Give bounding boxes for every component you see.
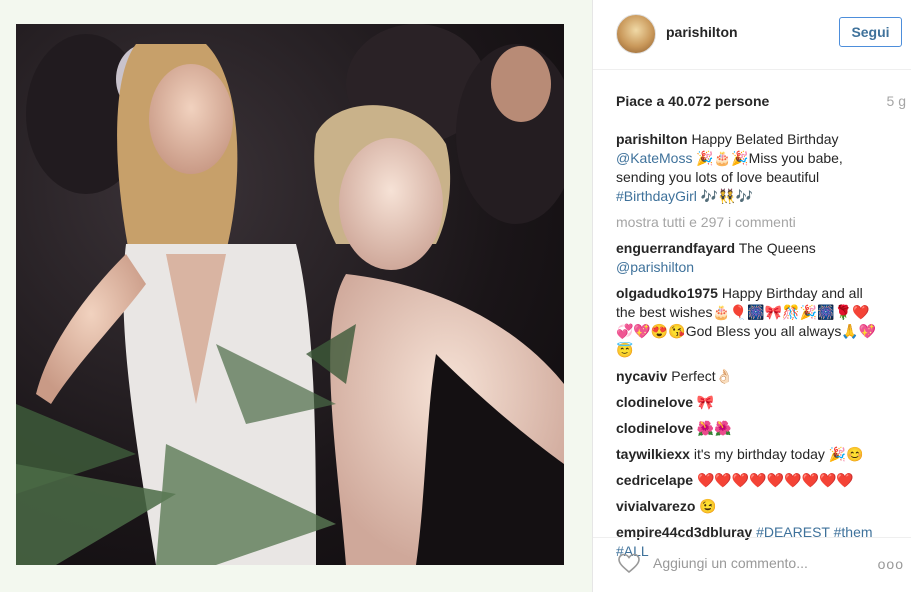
post-username[interactable]: parishilton: [666, 24, 738, 40]
post-photo[interactable]: [16, 24, 564, 565]
caption-mention[interactable]: @KateMoss: [616, 150, 692, 166]
comment-username[interactable]: clodinelove: [616, 420, 693, 436]
caption-username[interactable]: parishilton: [616, 131, 688, 147]
likes-row: Piace a 40.072 persone 5 g: [616, 93, 906, 111]
caption-text-1: Happy Belated Birthday: [691, 131, 839, 147]
comment-username[interactable]: vivialvarezo: [616, 498, 695, 514]
comment-text: Perfect👌🏻: [671, 368, 734, 384]
more-options-icon[interactable]: ooo: [878, 556, 904, 572]
comment-username[interactable]: cedricelape: [616, 472, 693, 488]
caption-text-3: 🎶👯🎶: [700, 188, 754, 204]
comments-list: parishilton Happy Belated Birthday @Kate…: [616, 130, 886, 568]
comment-text: 🎀: [696, 394, 715, 410]
likes-count[interactable]: Piace a 40.072 persone: [616, 93, 769, 109]
post-header: parishilton Segui: [593, 0, 911, 70]
comment-text: The Queens: [738, 240, 816, 256]
comment-item: clodinelove 🎀: [616, 393, 886, 412]
comment-username[interactable]: taywilkiexx: [616, 446, 690, 462]
comment-text: ❤️❤️❤️❤️❤️❤️❤️❤️❤️: [696, 472, 854, 488]
post-footer: Aggiungi un commento... ooo: [593, 537, 911, 592]
comment-text: it's my birthday today 🎉😊: [693, 446, 864, 462]
comment-item: clodinelove 🌺🌺: [616, 419, 886, 438]
caption: parishilton Happy Belated Birthday @Kate…: [616, 130, 886, 206]
comment-item: cedricelape ❤️❤️❤️❤️❤️❤️❤️❤️❤️: [616, 471, 886, 490]
follow-button[interactable]: Segui: [839, 17, 902, 47]
comment-item: nycaviv Perfect👌🏻: [616, 367, 886, 386]
heart-icon[interactable]: [617, 551, 641, 575]
comment-username[interactable]: clodinelove: [616, 394, 693, 410]
comment-mention[interactable]: @parishilton: [616, 259, 694, 275]
comment-item: taywilkiexx it's my birthday today 🎉😊: [616, 445, 886, 464]
post-age[interactable]: 5 g: [887, 93, 906, 109]
comment-username[interactable]: enguerrandfayard: [616, 240, 735, 256]
avatar[interactable]: [616, 14, 656, 54]
caption-hashtag[interactable]: #BirthdayGirl: [616, 188, 697, 204]
add-comment-input[interactable]: Aggiungi un commento...: [653, 555, 808, 571]
post-sidebar: parishilton Segui Piace a 40.072 persone…: [592, 0, 911, 592]
photo-pane: [0, 0, 592, 592]
comment-text: 🌺🌺: [696, 420, 732, 436]
view-all-comments-link[interactable]: mostra tutti e 297 i commenti: [616, 213, 886, 232]
photo-illustration: [16, 24, 564, 565]
comment-item: vivialvarezo 😉: [616, 497, 886, 516]
comment-item: enguerrandfayard The Queens @parishilton: [616, 239, 886, 277]
comment-username[interactable]: nycaviv: [616, 368, 667, 384]
comment-username[interactable]: olgadudko1975: [616, 285, 718, 301]
comment-item: olgadudko1975 Happy Birthday and all the…: [616, 284, 886, 360]
comment-text: 😉: [699, 498, 717, 514]
